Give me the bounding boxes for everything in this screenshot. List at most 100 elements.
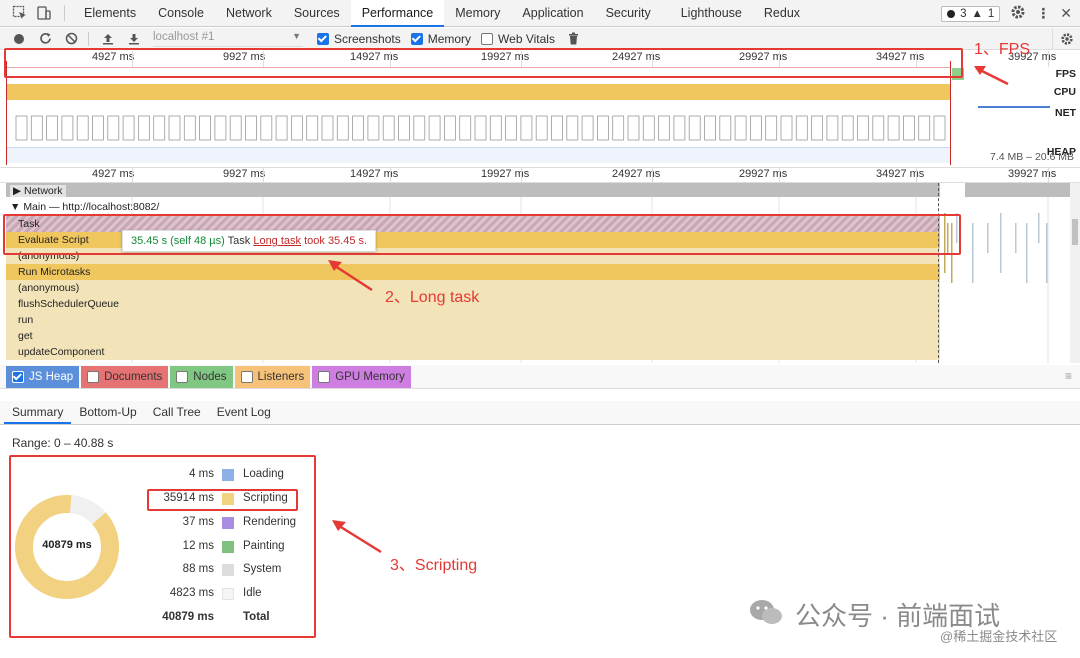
screenshot-thumbnail [398, 115, 410, 141]
counter-documents[interactable]: Documents [81, 365, 169, 388]
screenshot-thumbnail [903, 115, 915, 141]
tick-label: 19927 ms [481, 168, 530, 180]
memory-label: Memory [427, 31, 472, 46]
main-track-label: Main — http://localhost:8082/ [23, 201, 160, 213]
close-icon[interactable]: ✕ [1060, 5, 1072, 22]
clear-icon[interactable] [64, 32, 78, 46]
flame-row-update-component[interactable]: updateComponent [6, 344, 940, 360]
tick-mark [652, 168, 653, 184]
counter-listeners[interactable]: Listeners [234, 365, 311, 388]
network-track-bar-end [965, 183, 1070, 197]
tab-sources[interactable]: Sources [283, 0, 351, 27]
tick-mark [390, 168, 391, 184]
cpu-activity-bar [6, 84, 950, 100]
reload-record-icon[interactable] [38, 32, 52, 46]
counter-gpu-memory[interactable]: GPU Memory [312, 365, 411, 388]
web-vitals-checkbox[interactable]: Web Vitals [481, 32, 555, 46]
flame-row-run[interactable]: run [6, 312, 940, 328]
row-label: flushSchedulerQueue [18, 298, 119, 310]
settings-icon[interactable] [1010, 4, 1026, 23]
screenshots-filmstrip [15, 115, 946, 141]
device-toolbar-icon[interactable] [36, 5, 52, 21]
inspect-element-icon[interactable] [12, 5, 28, 21]
tick-mark [916, 168, 917, 184]
tab-call-tree[interactable]: Call Tree [145, 400, 209, 424]
download-profile-icon[interactable] [127, 32, 141, 46]
checkbox-unchecked-icon [481, 32, 494, 45]
row-label: updateComponent [18, 346, 105, 358]
tab-performance[interactable]: Performance [350, 0, 445, 27]
record-icon[interactable] [12, 32, 26, 46]
screenshot-thumbnail [520, 115, 533, 141]
target-select-value: localhost #1 [153, 30, 215, 43]
screenshot-thumbnail [704, 115, 716, 141]
tab-bottom-up[interactable]: Bottom-Up [71, 400, 144, 424]
fps-annotation-box [4, 48, 963, 78]
tab-lighthouse[interactable]: Lighthouse [670, 0, 753, 27]
flame-scrollbar[interactable] [1070, 183, 1080, 363]
memory-checkbox[interactable]: Memory [410, 31, 472, 46]
screenshot-thumbnail [765, 115, 778, 141]
error-icon [947, 9, 956, 18]
tab-security[interactable]: Security [595, 0, 662, 27]
upload-profile-icon[interactable] [101, 32, 115, 46]
screenshot-thumbnail [795, 115, 808, 141]
flame-row-run-microtasks[interactable]: Run Microtasks [6, 264, 940, 280]
tab-summary[interactable]: Summary [4, 400, 72, 424]
tab-console[interactable]: Console [147, 0, 215, 27]
screenshot-thumbnail [566, 115, 579, 141]
short-task-tick [972, 223, 974, 283]
screenshot-thumbnail [443, 115, 456, 141]
tab-event-log[interactable]: Event Log [209, 400, 279, 424]
flame-chart[interactable]: ▶ Network ▼ Main — http://localhost:8082… [0, 183, 1070, 363]
screenshot-thumbnail [352, 115, 365, 141]
screenshots-checkbox[interactable]: Screenshots [317, 32, 401, 46]
devtools-tab-bar: Elements Console Network Sources Perform… [0, 0, 1080, 27]
more-options-icon[interactable]: ⋮ [1036, 5, 1050, 22]
trash-icon[interactable] [567, 32, 581, 46]
checkbox-unchecked-icon [240, 370, 253, 383]
screenshot-thumbnail [658, 115, 670, 141]
chevron-down-icon: ▼ [292, 30, 301, 41]
scrollbar-thumb[interactable] [1072, 219, 1078, 245]
flame-row-get[interactable]: get [6, 328, 940, 344]
screenshot-thumbnail [61, 115, 74, 141]
target-select[interactable]: localhost #1 ▼ [153, 31, 303, 47]
fps-arrow-icon [974, 66, 1009, 86]
summary-annotation-box [9, 455, 316, 638]
tick-mark [132, 168, 133, 184]
tab-network[interactable]: Network [215, 0, 283, 27]
screenshot-thumbnail [76, 115, 89, 141]
capture-settings-icon[interactable] [1052, 28, 1080, 50]
counter-nodes[interactable]: Nodes [170, 365, 233, 388]
long-task-arrow-icon [328, 260, 373, 292]
short-task-tick [987, 223, 989, 253]
screenshot-thumbnail [428, 115, 441, 141]
main-track-header[interactable]: ▼ Main — http://localhost:8082/ [6, 199, 159, 215]
counter-js-heap[interactable]: JS Heap [6, 365, 80, 388]
drag-handle-icon[interactable]: ≡ [1065, 369, 1072, 383]
screenshot-thumbnail [780, 115, 793, 141]
divider [64, 5, 65, 21]
screenshot-thumbnail [612, 115, 625, 141]
short-task-tick [1046, 223, 1048, 283]
issues-counter[interactable]: 3 ▲ 1 [941, 5, 1001, 22]
screenshot-thumbnail [719, 115, 732, 141]
screenshot-thumbnail [872, 115, 885, 141]
screenshot-thumbnail [275, 115, 288, 141]
watermark-sub: @稀土掘金技术社区 [940, 629, 1058, 644]
network-track-header[interactable]: ▶ Network [6, 183, 66, 199]
tab-application[interactable]: Application [511, 0, 594, 27]
screenshot-thumbnail [382, 115, 395, 141]
long-task-annotation: 2、Long task [385, 289, 480, 306]
screenshot-thumbnail [122, 115, 135, 141]
tick-mark [1048, 51, 1049, 67]
error-count: 3 [960, 7, 967, 20]
screenshot-thumbnail [933, 115, 946, 141]
counter-label: Documents [104, 370, 163, 383]
tab-memory[interactable]: Memory [444, 0, 511, 27]
checkbox-checked-icon [12, 370, 24, 383]
tab-elements[interactable]: Elements [73, 0, 147, 27]
checkbox-checked-icon [317, 32, 329, 45]
tab-redux[interactable]: Redux [753, 0, 811, 27]
